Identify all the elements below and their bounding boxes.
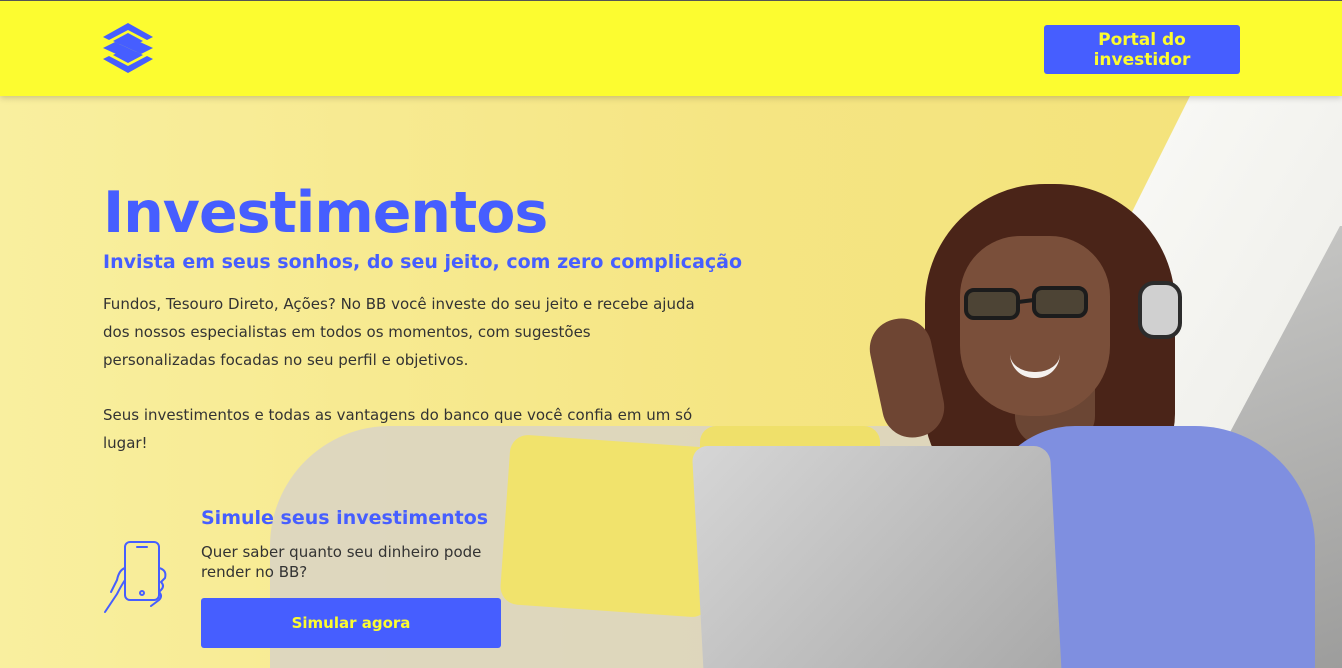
simulate-now-button[interactable]: Simular agora xyxy=(201,598,501,648)
simulate-title: Simule seus investimentos xyxy=(201,507,489,529)
cushion-illustration xyxy=(499,433,721,619)
laptop-illustration xyxy=(691,446,1063,668)
headphone-icon xyxy=(1138,281,1182,339)
banco-do-brasil-logo-icon[interactable] xyxy=(103,23,153,73)
glasses-icon xyxy=(964,286,1088,320)
page-title: Investimentos xyxy=(103,180,548,246)
simulate-description: Quer saber quanto seu dinheiro pode rend… xyxy=(201,543,482,581)
person-face xyxy=(960,236,1110,416)
page-subtitle: Invista em seus sonhos, do seu jeito, co… xyxy=(103,251,743,273)
hero-description-secondary: Seus investimentos e todas as vantagens … xyxy=(103,406,693,452)
portal-investidor-button[interactable]: Portal do investidor xyxy=(1044,25,1240,74)
phone-in-hand-icon xyxy=(104,541,167,613)
hero-description: Fundos, Tesouro Direto, Ações? No BB voc… xyxy=(103,295,695,369)
top-header: Portal do investidor xyxy=(0,0,1342,96)
